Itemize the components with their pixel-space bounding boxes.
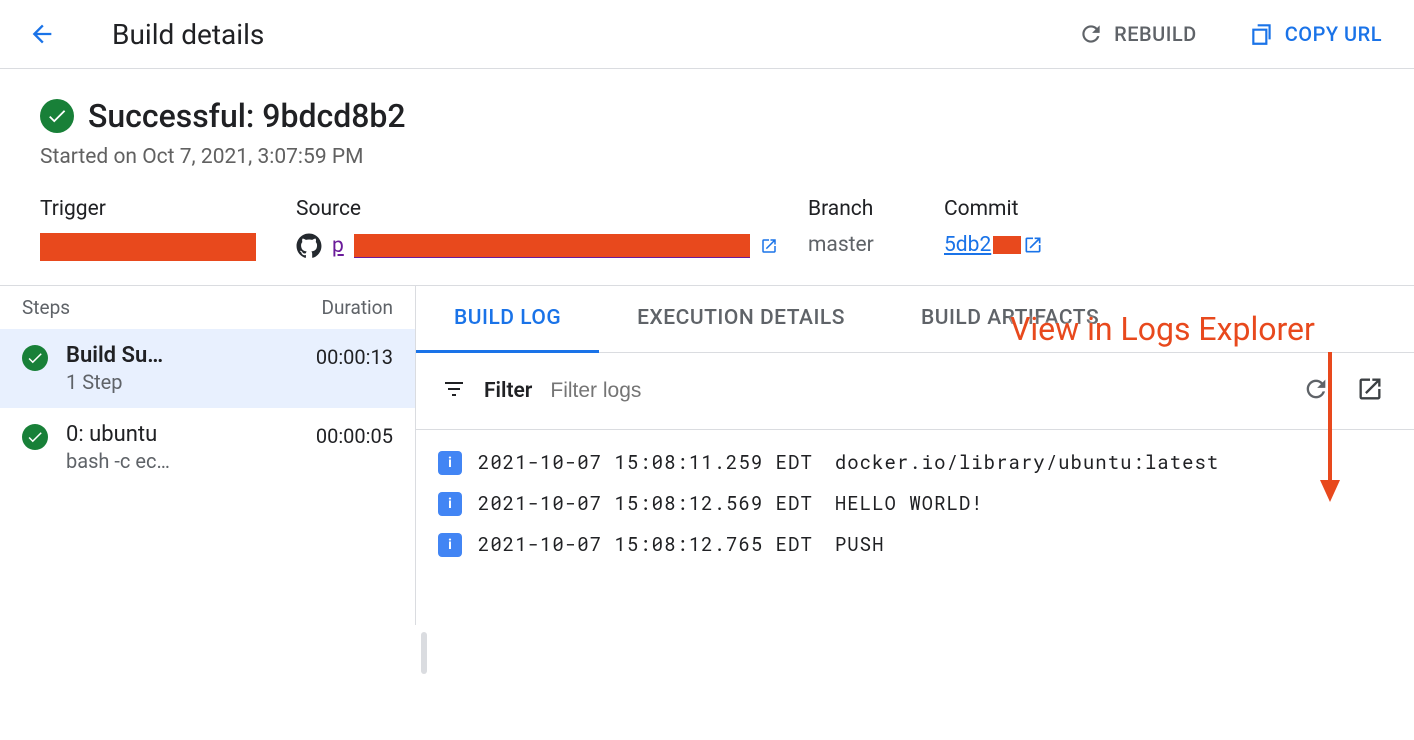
- step-success-icon: [22, 345, 48, 371]
- log-timestamp: 2021-10-07 15:08:11.259 EDT: [478, 450, 813, 475]
- step-success-icon: [22, 424, 48, 450]
- open-external-icon: [760, 237, 778, 255]
- open-external-icon: [1023, 235, 1043, 255]
- step-name: 0: ubuntu: [66, 422, 298, 447]
- filter-input[interactable]: [550, 379, 1280, 403]
- steps-header-label: Steps: [22, 296, 70, 319]
- log-timestamp: 2021-10-07 15:08:12.569 EDT: [478, 491, 813, 516]
- step-duration: 00:00:13: [316, 345, 393, 369]
- trigger-label: Trigger: [40, 197, 296, 221]
- filter-label: Filter: [484, 379, 532, 403]
- branch-label: Branch: [808, 197, 944, 221]
- log-timestamp: 2021-10-07 15:08:12.765 EDT: [478, 532, 813, 557]
- log-level-info-icon: i: [438, 451, 462, 475]
- tabs-bar: BUILD LOGEXECUTION DETAILSBUILD ARTIFACT…: [416, 286, 1414, 353]
- status-success-icon: [40, 99, 74, 133]
- log-level-info-icon: i: [438, 533, 462, 557]
- commit-link[interactable]: 5db2: [944, 233, 1043, 257]
- source-label: Source: [296, 197, 808, 221]
- page-title: Build details: [112, 18, 264, 51]
- copy-icon: [1249, 21, 1275, 47]
- filter-icon: [442, 377, 466, 405]
- step-row[interactable]: Build Su… 1 Step 00:00:13: [0, 329, 415, 408]
- open-external-icon: [1356, 375, 1384, 403]
- tab-build-log[interactable]: BUILD LOG: [416, 286, 599, 353]
- log-level-info-icon: i: [438, 492, 462, 516]
- commit-label: Commit: [944, 197, 1043, 221]
- panel-resize-handle[interactable]: [421, 632, 427, 674]
- back-button[interactable]: [20, 12, 64, 56]
- started-on-text: Started on Oct 7, 2021, 3:07:59 PM: [40, 145, 1374, 169]
- refresh-logs-button[interactable]: [1298, 371, 1334, 411]
- build-summary: Successful: 9bdcd8b2 Started on Oct 7, 2…: [0, 69, 1414, 285]
- branch-value: master: [808, 233, 944, 257]
- steps-panel: Steps Duration Build Su… 1 Step 00:00:13…: [0, 286, 416, 625]
- step-subtext: bash -c ec…: [66, 449, 298, 473]
- log-message: HELLO WORLD!: [835, 491, 984, 516]
- log-message: PUSH: [835, 532, 885, 557]
- source-value-redacted: [354, 234, 750, 258]
- log-message: docker.io/library/ubuntu:latest: [835, 450, 1219, 475]
- source-link[interactable]: p: [296, 233, 808, 259]
- refresh-icon: [1078, 21, 1104, 47]
- rebuild-button[interactable]: REBUILD: [1066, 13, 1209, 55]
- logs-panel: BUILD LOGEXECUTION DETAILSBUILD ARTIFACT…: [416, 286, 1414, 625]
- trigger-value-redacted: [40, 233, 256, 261]
- github-icon: [296, 233, 322, 259]
- log-line[interactable]: i 2021-10-07 15:08:12.765 EDT PUSH: [438, 524, 1392, 565]
- copy-url-button[interactable]: COPY URL: [1237, 13, 1394, 55]
- step-duration: 00:00:05: [316, 424, 393, 448]
- duration-header-label: Duration: [321, 296, 393, 319]
- refresh-icon: [1302, 375, 1330, 403]
- status-title: Successful: 9bdcd8b2: [88, 97, 406, 135]
- tab-execution-details[interactable]: EXECUTION DETAILS: [599, 286, 883, 352]
- arrow-left-icon: [28, 20, 56, 48]
- top-toolbar: Build details REBUILD COPY URL: [0, 0, 1414, 69]
- log-line[interactable]: i 2021-10-07 15:08:12.569 EDT HELLO WORL…: [438, 483, 1392, 524]
- step-row[interactable]: 0: ubuntu bash -c ec… 00:00:05: [0, 408, 415, 487]
- step-subtext: 1 Step: [66, 370, 298, 394]
- open-in-logs-explorer-button[interactable]: [1352, 371, 1388, 411]
- log-line[interactable]: i 2021-10-07 15:08:11.259 EDT docker.io/…: [438, 442, 1392, 483]
- log-lines: i 2021-10-07 15:08:11.259 EDT docker.io/…: [416, 430, 1414, 577]
- tab-build-artifacts[interactable]: BUILD ARTIFACTS: [883, 286, 1137, 352]
- step-name: Build Su…: [66, 343, 298, 368]
